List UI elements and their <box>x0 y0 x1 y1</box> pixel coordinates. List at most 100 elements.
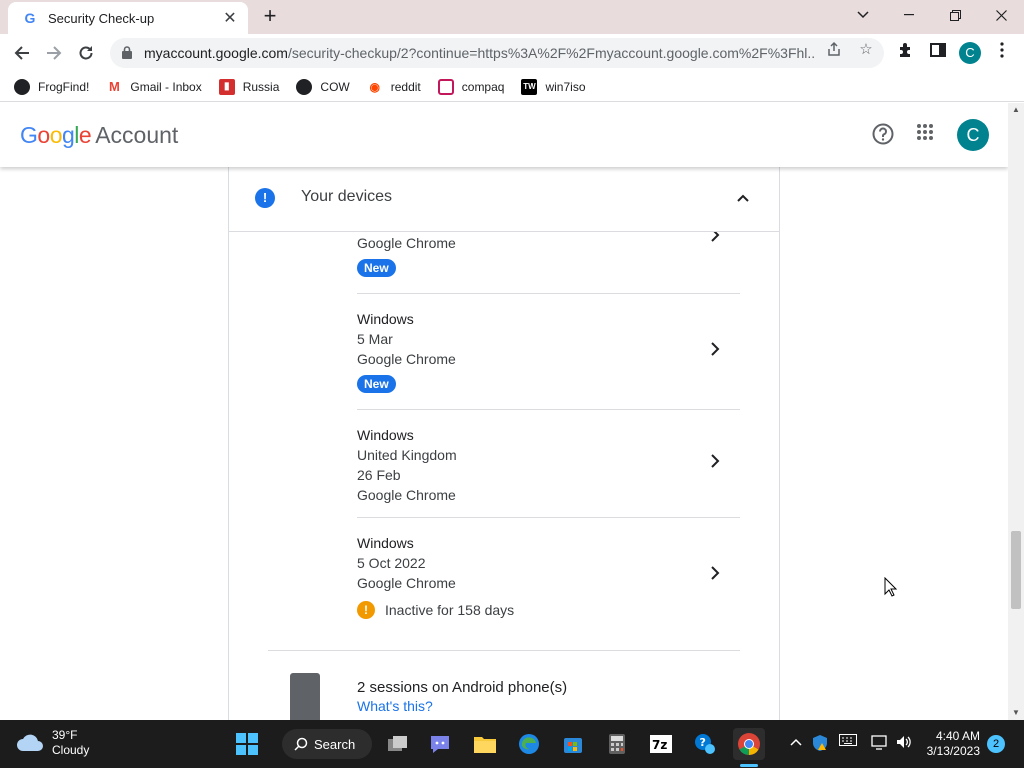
page-viewport: Google Account C ! Your devices Google Ch… <box>0 103 1008 720</box>
bookmark-russia[interactable]: ▮ Russia <box>218 78 279 95</box>
cloud-icon <box>16 734 44 752</box>
bookmarks-bar: FrogFind! M Gmail - Inbox ▮ Russia COW ◉… <box>0 72 1024 102</box>
calculator-icon[interactable] <box>601 728 633 760</box>
show-hidden-icons-chevron-icon[interactable] <box>786 734 806 749</box>
globe-icon <box>14 78 30 95</box>
taskbar-search-button[interactable]: Search <box>282 729 372 759</box>
your-devices-section-header[interactable]: ! Your devices <box>228 167 780 232</box>
close-window-button[interactable] <box>978 0 1024 30</box>
device-browser: Google Chrome <box>357 575 456 591</box>
device-item[interactable]: Windows 5 Mar Google Chrome New <box>357 309 740 393</box>
bookmark-label: reddit <box>390 79 421 94</box>
bookmark-cow[interactable]: COW <box>296 78 350 95</box>
chevron-right-icon[interactable] <box>707 341 723 357</box>
address-bar[interactable]: myaccount.google.com/security-checkup/2?… <box>110 38 884 68</box>
get-help-icon[interactable]: ? <box>689 728 721 760</box>
scrollbar-thumb[interactable] <box>1011 531 1021 609</box>
system-clock[interactable]: 4:40 AM 3/13/2023 <box>916 729 980 759</box>
restore-button[interactable] <box>932 0 978 30</box>
bookmark-label: Gmail - Inbox <box>130 79 202 94</box>
google-favicon-icon: G <box>24 10 36 26</box>
bookmark-label: compaq <box>461 79 505 94</box>
chevron-up-icon[interactable] <box>732 187 754 209</box>
weather-widget[interactable]: 39°F Cloudy <box>16 728 89 758</box>
bookmark-label: COW <box>320 79 350 94</box>
bookmark-win7iso[interactable]: TW win7iso <box>521 78 586 95</box>
network-icon[interactable] <box>870 734 890 753</box>
security-warning-icon[interactable] <box>810 734 830 755</box>
url-text: myaccount.google.com/security-checkup/2?… <box>144 45 814 61</box>
lock-icon[interactable] <box>122 46 136 60</box>
device-date: 5 Oct 2022 <box>357 555 426 571</box>
device-browser: Google Chrome <box>357 235 456 251</box>
account-avatar[interactable]: C <box>957 119 989 151</box>
bookmark-star-icon[interactable]: ☆ <box>857 41 875 59</box>
bookmark-compaq[interactable]: compaq <box>437 78 505 95</box>
scroll-down-arrow-icon[interactable]: ▼ <box>1008 706 1024 720</box>
compaq-icon <box>437 78 454 95</box>
new-badge: New <box>357 259 396 277</box>
scroll-up-arrow-icon[interactable]: ▲ <box>1008 103 1024 117</box>
device-item[interactable]: Windows 5 Oct 2022 Google Chrome ! Inact… <box>357 533 740 619</box>
new-badge: New <box>357 375 396 393</box>
active-app-indicator <box>740 764 758 767</box>
chevron-right-icon[interactable] <box>707 565 723 581</box>
divider <box>357 517 740 518</box>
bookmark-frogfind[interactable]: FrogFind! <box>14 78 90 95</box>
bookmark-label: FrogFind! <box>38 79 90 94</box>
device-location: United Kingdom <box>357 447 457 463</box>
menu-kebab-icon[interactable] <box>992 42 1012 62</box>
whats-this-link[interactable]: What's this? <box>357 698 433 714</box>
tab-title: Security Check-up <box>48 10 155 26</box>
profile-button[interactable]: C <box>959 42 981 64</box>
weather-condition: Cloudy <box>52 743 90 757</box>
device-item[interactable]: Google Chrome New <box>357 228 740 277</box>
bookmark-label: win7iso <box>545 79 586 94</box>
minimize-button[interactable] <box>886 0 932 30</box>
tab-security-checkup[interactable]: G Security Check-up ✕ <box>8 2 248 34</box>
edge-browser-icon[interactable] <box>513 728 545 760</box>
reload-button[interactable] <box>72 39 100 67</box>
side-panel-icon[interactable] <box>928 42 948 62</box>
tab-search-icon[interactable] <box>840 0 886 30</box>
search-label: Search <box>314 736 356 752</box>
account-label: Account <box>95 122 179 148</box>
temperature: 39°F <box>52 728 78 742</box>
bookmark-reddit[interactable]: ◉ reddit <box>366 78 421 95</box>
browser-toolbar: myaccount.google.com/security-checkup/2?… <box>0 34 1024 72</box>
keyboard-icon[interactable] <box>838 734 858 749</box>
share-icon[interactable] <box>825 41 843 59</box>
svg-text:?: ? <box>700 736 706 749</box>
section-title: Your devices <box>301 188 393 205</box>
help-icon[interactable] <box>871 123 895 147</box>
close-tab-icon[interactable]: ✕ <box>222 8 238 28</box>
extensions-icon[interactable] <box>896 42 916 62</box>
page-scrollbar[interactable]: ▲ ▼ <box>1008 103 1024 720</box>
warning-text: Inactive for 158 days <box>385 602 515 618</box>
device-name: Windows <box>357 535 414 551</box>
task-view-icon[interactable] <box>382 728 414 760</box>
chevron-right-icon[interactable] <box>707 453 723 469</box>
microsoft-store-icon[interactable] <box>557 728 589 760</box>
bookmark-gmail[interactable]: M Gmail - Inbox <box>106 78 202 95</box>
forward-button[interactable] <box>40 39 68 67</box>
warning-icon: ! <box>357 601 375 619</box>
clock-date: 3/13/2023 <box>926 744 980 758</box>
chrome-taskbar-icon[interactable] <box>733 728 765 760</box>
new-tab-button[interactable]: + <box>258 5 282 29</box>
teams-chat-icon[interactable] <box>424 728 456 760</box>
gmail-icon: M <box>106 78 123 95</box>
7zip-icon[interactable]: 7z <box>645 728 677 760</box>
start-button[interactable] <box>231 728 263 760</box>
file-explorer-icon[interactable] <box>469 728 501 760</box>
divider <box>357 409 740 410</box>
alert-info-icon: ! <box>255 188 275 208</box>
device-item[interactable]: Windows United Kingdom 26 Feb Google Chr… <box>357 425 740 505</box>
notification-count-badge[interactable]: 2 <box>987 735 1005 753</box>
globe-icon <box>296 78 313 95</box>
google-account-header: Google Account C <box>0 103 1008 167</box>
google-account-logo[interactable]: Google Account <box>20 122 178 149</box>
apps-grid-icon[interactable] <box>913 123 937 147</box>
back-button[interactable] <box>8 39 36 67</box>
volume-icon[interactable] <box>894 734 914 753</box>
